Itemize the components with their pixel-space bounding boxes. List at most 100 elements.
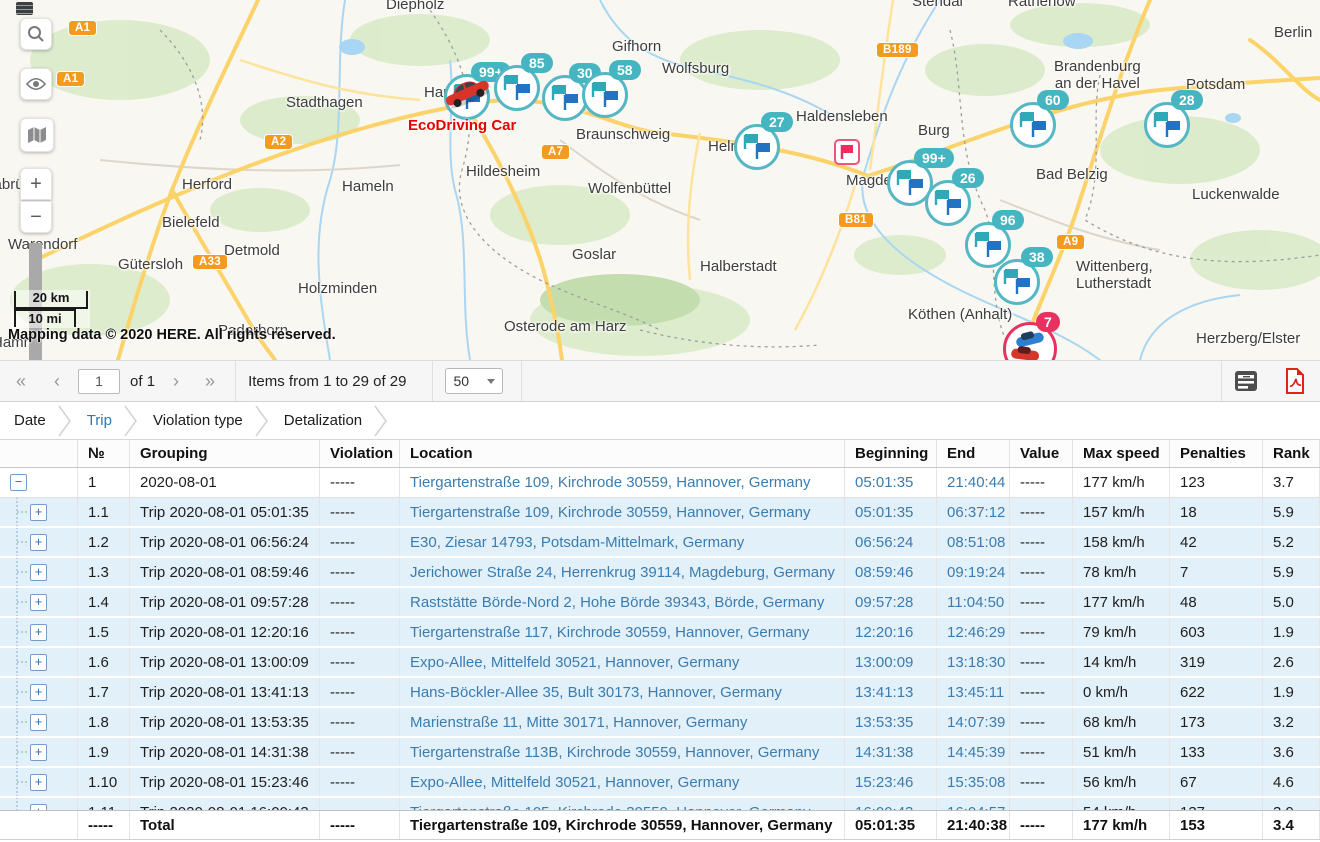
cell-beginning[interactable]: 06:56:24 xyxy=(845,528,937,556)
tree-line-icon xyxy=(13,558,30,586)
table-row[interactable]: +1.10Trip 2020-08-01 15:23:46-----Expo-A… xyxy=(0,768,1320,798)
expand-button[interactable]: + xyxy=(30,654,47,671)
column-header-violation: Violation xyxy=(320,440,400,467)
next-page-button[interactable]: › xyxy=(173,372,179,390)
expand-button[interactable]: + xyxy=(30,564,47,581)
table-row[interactable]: +1.9Trip 2020-08-01 14:31:38-----Tiergar… xyxy=(0,738,1320,768)
cell-location[interactable]: Tiergartenstraße 109, Kirchrode 30559, H… xyxy=(400,498,845,526)
breadcrumb-item-detalization[interactable]: Detalization xyxy=(284,412,362,429)
map-visibility-button[interactable] xyxy=(20,68,52,100)
map-city-label: Goslar xyxy=(572,246,616,263)
table-row[interactable]: −12020-08-01-----Tiergartenstraße 109, K… xyxy=(0,468,1320,498)
map-cluster[interactable]: 85 xyxy=(494,65,540,111)
cell-beginning[interactable]: 13:41:13 xyxy=(845,678,937,706)
cell-end[interactable]: 13:18:30 xyxy=(937,648,1010,676)
cell-end[interactable]: 12:46:29 xyxy=(937,618,1010,646)
cell-location[interactable]: Hans-Böckler-Allee 35, Bult 30173, Hanno… xyxy=(400,678,845,706)
map-cluster[interactable]: 28 xyxy=(1144,102,1190,148)
cell-location[interactable]: Marienstraße 11, Mitte 30171, Hannover, … xyxy=(400,708,845,736)
map-cluster[interactable]: 30 xyxy=(542,75,588,121)
cell-beginning[interactable]: 09:57:28 xyxy=(845,588,937,616)
breadcrumb-item-date[interactable]: Date xyxy=(14,412,46,429)
breadcrumb-item-trip[interactable]: Trip xyxy=(87,412,112,429)
map-cluster[interactable]: 38 xyxy=(994,259,1040,305)
cell-max-speed: 177 km/h xyxy=(1073,811,1170,839)
cell-beginning[interactable]: 14:31:38 xyxy=(845,738,937,766)
cell-end[interactable]: 08:51:08 xyxy=(937,528,1010,556)
cell-location[interactable]: Expo-Allee, Mittelfeld 30521, Hannover, … xyxy=(400,648,845,676)
table-row[interactable]: +1.3Trip 2020-08-01 08:59:46-----Jericho… xyxy=(0,558,1320,588)
map-cluster[interactable]: 58 xyxy=(582,72,628,118)
eye-icon xyxy=(26,77,46,91)
tree-line-icon xyxy=(13,498,30,526)
map-cluster[interactable]: 27 xyxy=(734,124,780,170)
cell-beginning[interactable]: 13:00:09 xyxy=(845,648,937,676)
cell-end[interactable]: 13:45:11 xyxy=(937,678,1010,706)
cell-location[interactable]: Tiergartenstraße 117, Kirchrode 30559, H… xyxy=(400,618,845,646)
cell-location[interactable]: Expo-Allee, Mittelfeld 30521, Hannover, … xyxy=(400,768,845,796)
cell-location[interactable]: E30, Ziesar 14793, Potsdam-Mittelmark, G… xyxy=(400,528,845,556)
cell-end[interactable]: 16:04:57 xyxy=(937,798,1010,810)
table-row[interactable]: +1.8Trip 2020-08-01 13:53:35-----Mariens… xyxy=(0,708,1320,738)
table-row[interactable]: +1.4Trip 2020-08-01 09:57:28-----Raststä… xyxy=(0,588,1320,618)
cell-num: 1.9 xyxy=(78,738,130,766)
flag-marker[interactable] xyxy=(834,139,860,165)
cell-location[interactable]: Tiergartenstraße 109, Kirchrode 30559, H… xyxy=(400,468,845,497)
expand-button[interactable]: + xyxy=(30,744,47,761)
cell-location[interactable]: Jerichower Straße 24, Herrenkrug 39114, … xyxy=(400,558,845,586)
expand-button[interactable]: + xyxy=(30,624,47,641)
map[interactable]: DiepholzStendalRathenowBerlinGifhornWolf… xyxy=(0,0,1320,360)
table-row[interactable]: +1.5Trip 2020-08-01 12:20:16-----Tiergar… xyxy=(0,618,1320,648)
cell-end[interactable]: 14:07:39 xyxy=(937,708,1010,736)
cell-value: ----- xyxy=(1010,678,1073,706)
table-row[interactable]: +1.7Trip 2020-08-01 13:41:13-----Hans-Bö… xyxy=(0,678,1320,708)
first-page-button[interactable]: « xyxy=(16,372,26,390)
table-row[interactable]: +1.11Trip 2020-08-01 16:00:43-----Tierga… xyxy=(0,798,1320,810)
prev-page-button[interactable]: ‹ xyxy=(54,372,60,390)
breadcrumb-item-violation-type[interactable]: Violation type xyxy=(153,412,243,429)
cell-end[interactable]: 09:19:24 xyxy=(937,558,1010,586)
zoom-out-button[interactable]: − xyxy=(20,201,52,233)
export-pdf-button[interactable] xyxy=(1284,368,1306,394)
cell-location[interactable]: Tiergartenstraße 113B, Kirchrode 30559, … xyxy=(400,738,845,766)
map-car-cluster[interactable]: 7 xyxy=(1003,322,1057,360)
expand-button[interactable]: + xyxy=(30,594,47,611)
cell-end[interactable]: 15:35:08 xyxy=(937,768,1010,796)
cell-beginning[interactable]: 08:59:46 xyxy=(845,558,937,586)
map-layers-button[interactable] xyxy=(20,118,54,152)
expand-button[interactable]: + xyxy=(30,774,47,791)
table-row[interactable]: +1.6Trip 2020-08-01 13:00:09-----Expo-Al… xyxy=(0,648,1320,678)
cell-location[interactable]: Tiergartenstraße 105, Kirchrode 30559, H… xyxy=(400,798,845,810)
collapse-button[interactable]: − xyxy=(10,474,27,491)
table-view-button[interactable] xyxy=(1234,370,1258,392)
cell-end[interactable]: 21:40:44 xyxy=(937,468,1010,497)
map-city-label: Köthen (Anhalt) xyxy=(908,306,1012,323)
cell-end[interactable]: 11:04:50 xyxy=(937,588,1010,616)
map-cluster[interactable]: 60 xyxy=(1010,102,1056,148)
cell-location[interactable]: Raststätte Börde-Nord 2, Hohe Börde 3934… xyxy=(400,588,845,616)
cell-end[interactable]: 14:45:39 xyxy=(937,738,1010,766)
expand-button[interactable]: + xyxy=(30,534,47,551)
last-page-button[interactable]: » xyxy=(205,372,215,390)
cell-beginning[interactable]: 13:53:35 xyxy=(845,708,937,736)
page-number-input[interactable] xyxy=(78,369,120,394)
table-row[interactable]: +1.1Trip 2020-08-01 05:01:35-----Tiergar… xyxy=(0,498,1320,528)
table-total-row: -----Total-----Tiergartenstraße 109, Kir… xyxy=(0,810,1320,840)
cell-beginning[interactable]: 12:20:16 xyxy=(845,618,937,646)
cell-end[interactable]: 06:37:12 xyxy=(937,498,1010,526)
zoom-in-button[interactable]: + xyxy=(20,168,52,200)
map-menu-icon[interactable] xyxy=(16,2,33,15)
map-search-button[interactable] xyxy=(20,18,52,50)
map-city-label: Bad Belzig xyxy=(1036,166,1108,183)
expand-button[interactable]: + xyxy=(30,504,47,521)
cell-beginning[interactable]: 16:00:43 xyxy=(845,798,937,810)
cell-beginning[interactable]: 05:01:35 xyxy=(845,498,937,526)
cell-beginning[interactable]: 15:23:46 xyxy=(845,768,937,796)
map-cluster[interactable]: 96 xyxy=(965,222,1011,268)
cell-beginning[interactable]: 05:01:35 xyxy=(845,468,937,497)
page-size-select[interactable]: 50 xyxy=(445,368,503,394)
map-cluster[interactable]: 26 xyxy=(925,180,971,226)
expand-button[interactable]: + xyxy=(30,714,47,731)
table-row[interactable]: +1.2Trip 2020-08-01 06:56:24-----E30, Zi… xyxy=(0,528,1320,558)
expand-button[interactable]: + xyxy=(30,684,47,701)
